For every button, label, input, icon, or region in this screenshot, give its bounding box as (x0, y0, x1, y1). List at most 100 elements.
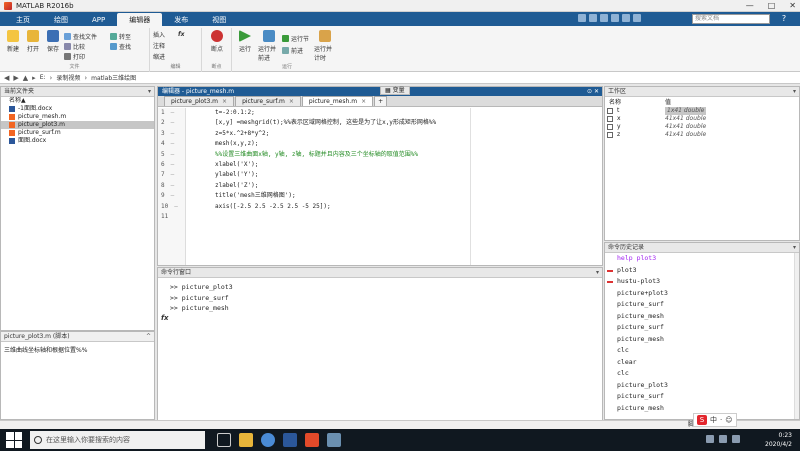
history-item[interactable]: picture_mesh (605, 334, 799, 346)
history-item[interactable]: picture_mesh (605, 311, 799, 323)
find-files-button[interactable]: 查找文件 (64, 32, 97, 41)
history-item[interactable]: picture+plot3 (605, 288, 799, 300)
matlab-taskbar-icon[interactable] (305, 433, 319, 447)
task-view-icon[interactable] (217, 433, 231, 447)
line-number[interactable]: 2— (158, 118, 185, 128)
search-documentation-input[interactable]: 搜索文档 (692, 14, 770, 24)
history-item[interactable]: picture_surf (605, 299, 799, 311)
tab-home[interactable]: 主页 (4, 13, 42, 26)
code-line[interactable]: ylabel('Y'); (215, 170, 595, 180)
line-number[interactable]: 1— (158, 108, 185, 118)
ime-tray-icon[interactable] (732, 435, 740, 443)
history-item[interactable]: hustu-plot3 (605, 276, 799, 288)
history-item[interactable]: clear (605, 357, 799, 369)
breakpoint-dash-icon[interactable]: — (171, 150, 175, 160)
back-arrow-icon[interactable]: ◀ (4, 74, 9, 82)
new-tab-button[interactable]: + (374, 96, 388, 106)
column-header-name[interactable]: 名称 ▲ (1, 97, 154, 105)
command-output[interactable]: >> picture_plot3 >> picture_surf >> pict… (158, 278, 602, 314)
fx-insert-button[interactable]: fx (178, 30, 184, 39)
code-line[interactable]: title('mesh三维网格图'); (215, 191, 595, 201)
run-and-time-button[interactable]: 运行并计时 (314, 30, 336, 62)
sogou-ime-icon[interactable]: S (697, 415, 707, 425)
line-number[interactable]: 5— (158, 150, 185, 160)
code-line[interactable]: axis([-2.5 2.5 -2.5 2.5 -5 25]); (215, 202, 595, 212)
workspace-variable-row[interactable]: t 1x41 double (605, 107, 799, 115)
tab-editor[interactable]: 编辑器 (117, 13, 163, 26)
path-segment-folder[interactable]: matlab三维绘图 (91, 73, 136, 82)
windows-start-icon[interactable] (6, 432, 22, 448)
command-prompt-fx-icon[interactable]: fx (161, 314, 169, 322)
history-item[interactable]: plot3 (605, 265, 799, 277)
run-button[interactable]: 运行 (234, 30, 256, 53)
open-button[interactable]: 打开 (22, 30, 44, 53)
breakpoint-dash-icon[interactable]: — (171, 118, 175, 128)
file-item[interactable]: picture_mesh.m (1, 113, 154, 121)
close-tab-icon[interactable]: × (361, 97, 366, 106)
clock[interactable]: 0:23 2020/4/2 (765, 431, 792, 449)
save-quick-icon[interactable] (578, 14, 586, 22)
code-line[interactable]: mesh(x,y,z); (215, 139, 595, 149)
ime-mode-chinese[interactable]: 中 (710, 415, 717, 425)
history-scrollbar[interactable] (794, 253, 799, 419)
editor-tab-mesh[interactable]: picture_mesh.m × (301, 96, 374, 106)
tab-publish[interactable]: 发布 (162, 13, 200, 26)
code-line[interactable] (215, 212, 595, 222)
browser-icon[interactable] (261, 433, 275, 447)
undo-quick-icon[interactable] (622, 14, 630, 22)
maximize-button[interactable]: □ (768, 1, 776, 10)
paste-quick-icon[interactable] (611, 14, 619, 22)
line-number[interactable]: 8— (158, 181, 185, 191)
copy-quick-icon[interactable] (600, 14, 608, 22)
history-item[interactable]: clc (605, 345, 799, 357)
tab-plots[interactable]: 绘图 (42, 13, 80, 26)
app-icon[interactable] (327, 433, 341, 447)
redo-quick-icon[interactable] (633, 14, 641, 22)
breakpoint-dash-icon[interactable]: — (171, 108, 175, 118)
file-item[interactable]: 面图.docx (1, 137, 154, 145)
editor-tab-surf[interactable]: picture_surf.m × (235, 96, 301, 106)
file-item[interactable]: -1面图.docx (1, 105, 154, 113)
code-line[interactable]: xlabel('X'); (215, 160, 595, 170)
network-icon[interactable] (706, 435, 714, 443)
history-item[interactable]: picture_plot3 (605, 380, 799, 392)
indent-button[interactable]: 缩进 (153, 52, 165, 61)
breakpoint-dash-icon[interactable]: — (171, 139, 175, 149)
ime-emoji-icon[interactable]: ☺ (725, 416, 732, 424)
line-number[interactable]: 6— (158, 160, 185, 170)
code-line[interactable]: %%设置三维曲面x轴, y轴, z轴, 标题并且内容及三个坐标轴的取值范围%% (215, 150, 595, 160)
line-number[interactable]: 3— (158, 129, 185, 139)
forward-arrow-icon[interactable]: ▶ (13, 74, 18, 82)
variables-tab[interactable]: ▦ 变量 (380, 86, 410, 95)
line-number[interactable]: 11 (158, 212, 185, 222)
breakpoints-button[interactable]: 断点 (206, 30, 228, 53)
breakpoint-dash-icon[interactable]: — (171, 181, 175, 191)
file-item-selected[interactable]: picture_plot3.m (1, 121, 154, 129)
breakpoint-dash-icon[interactable]: — (171, 170, 175, 180)
minimize-button[interactable]: — (746, 1, 754, 10)
editor-tab-plot3[interactable]: picture_plot3.m × (164, 96, 235, 106)
close-tab-icon[interactable]: × (289, 97, 294, 106)
history-item[interactable]: clc (605, 368, 799, 380)
line-number[interactable]: 10 — (158, 202, 185, 212)
goto-button[interactable]: 转至 (110, 32, 131, 41)
tab-view[interactable]: 视图 (200, 13, 238, 26)
editor-window-controls-icon[interactable]: ⊙ ✕ (587, 87, 599, 96)
breakpoint-dash-icon[interactable]: — (174, 202, 178, 212)
history-item[interactable]: picture_surf (605, 322, 799, 334)
panel-menu-icon[interactable]: ▾ (148, 87, 151, 96)
compare-button[interactable]: 比较 (64, 42, 85, 51)
path-segment-drive[interactable]: E: (40, 74, 46, 81)
panel-menu-icon[interactable]: ▾ (793, 87, 796, 96)
line-number[interactable]: 4— (158, 139, 185, 149)
chevron-up-icon[interactable]: ^ (146, 332, 151, 341)
ime-toolbar[interactable]: S 中 · ☺ (693, 413, 737, 427)
save-button[interactable]: 保存 (42, 30, 64, 53)
cut-quick-icon[interactable] (589, 14, 597, 22)
workspace-variable-row[interactable]: y 41x41 double (605, 123, 799, 131)
close-tab-icon[interactable]: × (222, 97, 227, 106)
column-header-name[interactable]: 名称 (605, 99, 665, 107)
ime-punct[interactable]: · (720, 416, 722, 424)
advance-button[interactable]: 前进 (282, 46, 303, 55)
history-item[interactable]: picture_surf (605, 391, 799, 403)
